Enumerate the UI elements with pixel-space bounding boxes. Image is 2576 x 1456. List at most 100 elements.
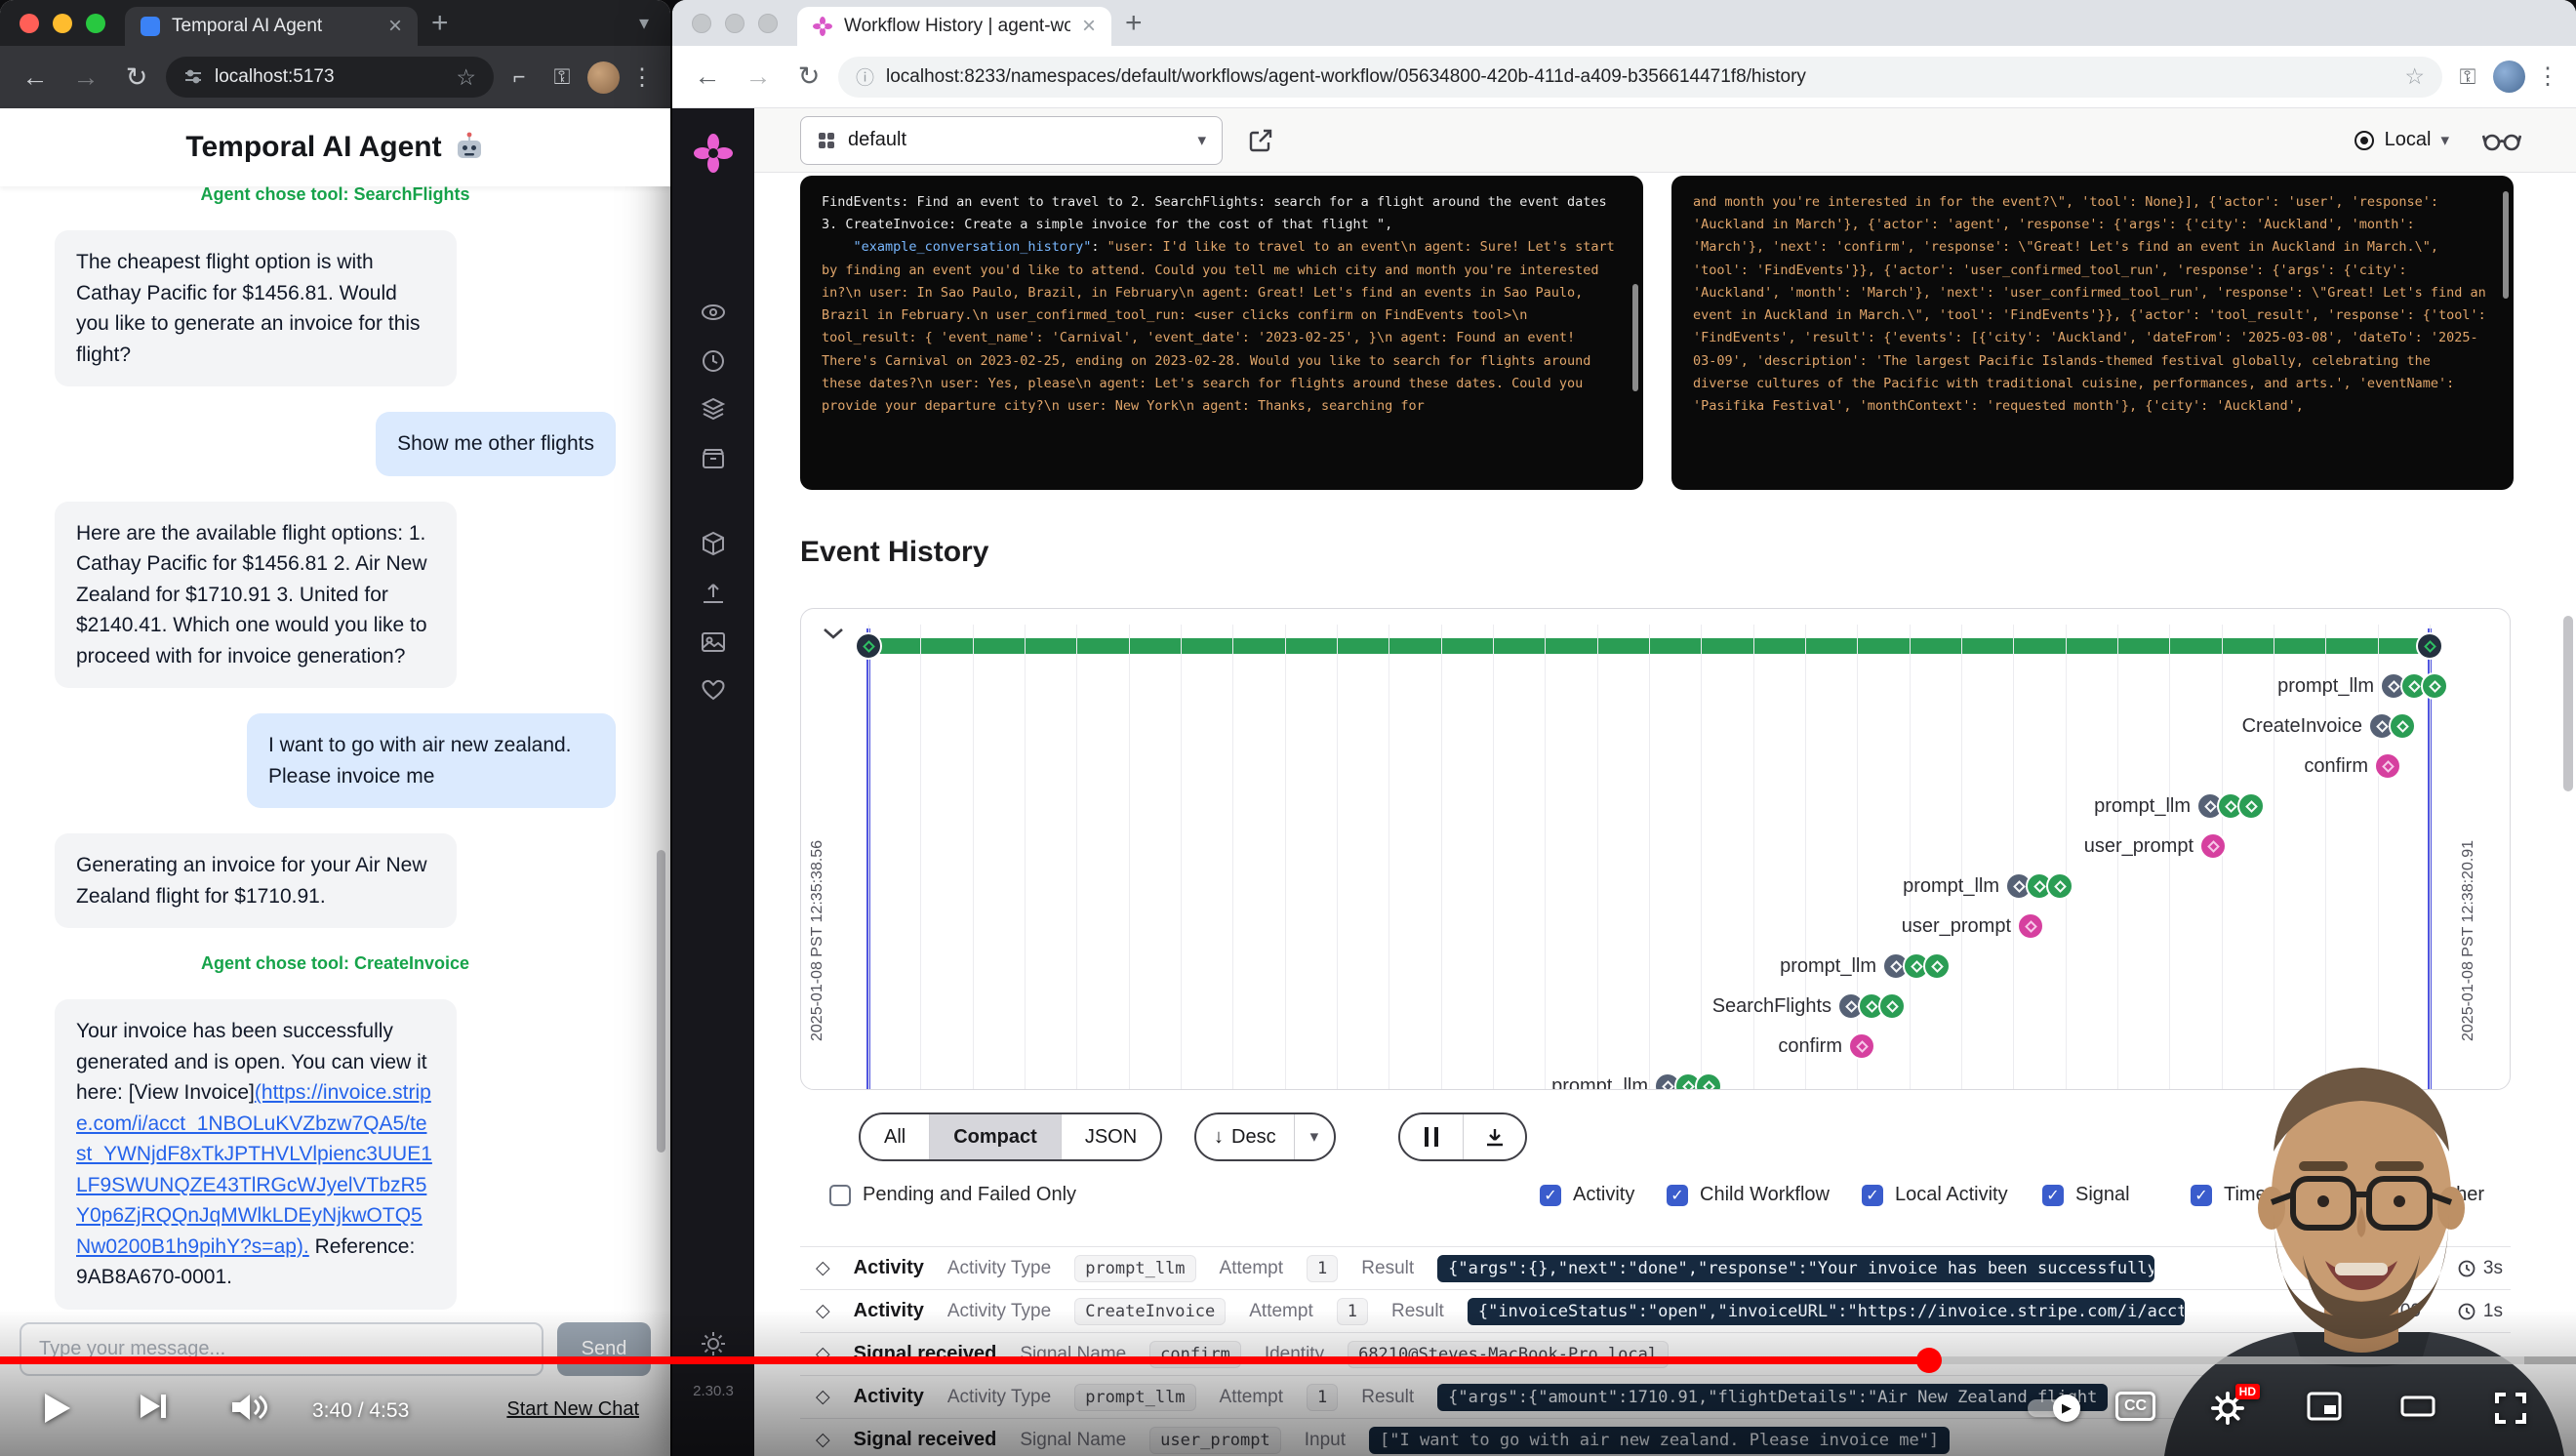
- reload-icon[interactable]: ↻: [787, 61, 830, 92]
- autoplay-toggle[interactable]: ▶: [2028, 1399, 2078, 1417]
- code-segment: :: [1091, 239, 1107, 255]
- timeline-marker-pink[interactable]: [2017, 912, 2044, 940]
- expand-diamond-icon[interactable]: ◇: [816, 1257, 830, 1279]
- timeline-marker-end[interactable]: [855, 632, 882, 660]
- miniplayer-button[interactable]: [2307, 1392, 2342, 1421]
- close-tab-icon[interactable]: ×: [1082, 15, 1096, 38]
- extensions-icon[interactable]: ⚿: [544, 64, 580, 90]
- invoice-link[interactable]: (https://invoice.stripe.com/i/acct_1NBOL…: [76, 1081, 432, 1258]
- timeline-marker-green[interactable]: [1923, 952, 1951, 980]
- theater-mode-button[interactable]: [2400, 1392, 2435, 1421]
- extensions-icon[interactable]: ⚿: [2450, 64, 2485, 90]
- chat-scrollbar[interactable]: [657, 850, 665, 1153]
- zoom-window-button[interactable]: [758, 14, 778, 33]
- archive-box-icon[interactable]: [701, 446, 726, 471]
- temporal-logo[interactable]: [694, 134, 733, 173]
- play-button[interactable]: [43, 1392, 72, 1425]
- filter-activity[interactable]: ✓Activity: [1540, 1184, 1634, 1206]
- hd-badge: HD: [2235, 1384, 2260, 1399]
- browser-menu-icon[interactable]: ⋮: [627, 63, 657, 92]
- timeline-marker-pink[interactable]: [2199, 832, 2227, 860]
- close-tab-icon[interactable]: ×: [388, 15, 402, 38]
- sort-dropdown-chevron-icon[interactable]: ▾: [1294, 1114, 1335, 1159]
- collapse-chevron-icon[interactable]: [821, 625, 846, 642]
- settings-button[interactable]: HD: [2211, 1392, 2244, 1430]
- chat-message-user: Show me other flights: [376, 412, 616, 476]
- address-bar[interactable]: localhost:5173 ☆: [166, 57, 494, 98]
- view-tab-json[interactable]: JSON: [1061, 1114, 1160, 1159]
- passwords-icon[interactable]: ⌐: [502, 64, 537, 90]
- close-window-button[interactable]: [20, 14, 39, 33]
- address-bar[interactable]: ⓘ localhost:8233/namespaces/default/work…: [838, 57, 2442, 98]
- filter-child-workflow[interactable]: ✓Child Workflow: [1667, 1184, 1830, 1206]
- filter-signal[interactable]: ✓Signal: [2042, 1184, 2130, 1206]
- next-button[interactable]: [139, 1392, 168, 1421]
- forward-icon[interactable]: →: [737, 61, 780, 92]
- import-upload-icon[interactable]: [701, 581, 726, 606]
- input-panel-scrollbar[interactable]: [1632, 284, 1638, 391]
- sort-order-button[interactable]: ↓Desc ▾: [1194, 1112, 1336, 1161]
- open-in-new-icon[interactable]: [1248, 128, 1273, 153]
- new-tab-button[interactable]: +: [431, 7, 449, 40]
- timeline-marker-green[interactable]: [1878, 992, 1906, 1020]
- timeline-marker-green[interactable]: [2389, 712, 2416, 740]
- schedules-clock-icon[interactable]: [701, 348, 726, 374]
- result-panel-scrollbar[interactable]: [2503, 191, 2509, 299]
- minimize-window-button[interactable]: [53, 14, 72, 33]
- cluster-select[interactable]: Local ▾: [2354, 129, 2449, 151]
- page-scrollbar[interactable]: [2563, 616, 2573, 791]
- tab-favicon: [141, 17, 160, 36]
- minimize-window-button[interactable]: [725, 14, 745, 33]
- checkbox-checked-icon[interactable]: ✓: [2042, 1185, 2064, 1206]
- browser-menu-icon[interactable]: ⋮: [2533, 62, 2562, 91]
- download-button[interactable]: [1463, 1114, 1525, 1159]
- timeline-marker-green[interactable]: [2046, 872, 2073, 900]
- timeline-marker-end[interactable]: [2416, 632, 2443, 660]
- checkbox-checked-icon[interactable]: ✓: [1862, 1185, 1883, 1206]
- left-tab-bar: Temporal AI Agent × + ▾: [0, 0, 670, 46]
- captions-button[interactable]: CC: [2115, 1392, 2155, 1421]
- back-icon[interactable]: ←: [686, 61, 729, 92]
- video-progress-bar[interactable]: [0, 1356, 2576, 1364]
- checkbox-checked-icon[interactable]: ✓: [1540, 1185, 1561, 1206]
- forward-icon[interactable]: →: [64, 62, 107, 93]
- timeline-marker-green[interactable]: [1695, 1072, 1722, 1090]
- right-browser-toolbar: ← → ↻ ⓘ localhost:8233/namespaces/defaul…: [672, 46, 2576, 108]
- volume-icon[interactable]: [230, 1392, 269, 1423]
- browser-tab[interactable]: Workflow History | agent-wor ×: [797, 7, 1111, 46]
- agent-tool-note: Agent chose tool: CreateInvoice: [201, 953, 469, 974]
- checkbox-checked-icon[interactable]: ✓: [1667, 1185, 1688, 1206]
- view-tab-all[interactable]: All: [861, 1114, 929, 1159]
- timeline-marker-pink[interactable]: [1848, 1032, 1875, 1060]
- timeline-marker-green[interactable]: [2237, 792, 2265, 820]
- fullscreen-button[interactable]: [2494, 1392, 2527, 1425]
- timeline-gridline: [2222, 625, 2223, 1089]
- view-tab-compact[interactable]: Compact: [929, 1114, 1061, 1159]
- labs-glasses-icon[interactable]: [2482, 128, 2521, 153]
- back-icon[interactable]: ←: [14, 62, 57, 93]
- close-window-button[interactable]: [692, 14, 711, 33]
- workflows-eye-icon[interactable]: [701, 300, 726, 325]
- stack-layers-icon[interactable]: [701, 396, 726, 422]
- browser-tab[interactable]: Temporal AI Agent ×: [125, 7, 418, 46]
- site-settings-icon[interactable]: [183, 67, 203, 87]
- feedback-heart-icon[interactable]: [701, 677, 726, 703]
- profile-avatar[interactable]: [2493, 61, 2525, 93]
- profile-avatar[interactable]: [587, 61, 620, 94]
- new-tab-button[interactable]: +: [1125, 7, 1143, 40]
- tab-search-chevron-icon[interactable]: ▾: [639, 11, 649, 35]
- media-image-icon[interactable]: [701, 629, 726, 655]
- namespace-select[interactable]: default ▾: [800, 116, 1223, 165]
- pause-button[interactable]: [1400, 1114, 1463, 1159]
- codec-cube-icon[interactable]: [701, 531, 726, 556]
- timeline-marker-pink[interactable]: [2374, 752, 2401, 780]
- site-info-icon[interactable]: ⓘ: [856, 63, 874, 90]
- bookmark-star-icon[interactable]: ☆: [2404, 63, 2425, 90]
- timeline-marker-green[interactable]: [2421, 672, 2448, 700]
- filter-local-activity[interactable]: ✓Local Activity: [1862, 1184, 2008, 1206]
- reload-icon[interactable]: ↻: [115, 62, 158, 93]
- pending-failed-filter[interactable]: Pending and Failed Only: [829, 1184, 1076, 1206]
- checkbox-unchecked-icon[interactable]: [829, 1185, 851, 1206]
- bookmark-star-icon[interactable]: ☆: [456, 64, 476, 91]
- zoom-window-button[interactable]: [86, 14, 105, 33]
